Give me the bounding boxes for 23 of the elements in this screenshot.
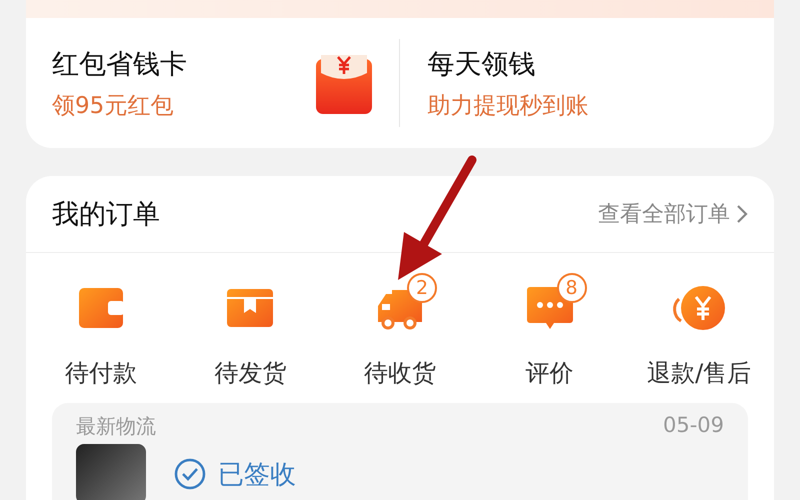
wallet-icon: [78, 287, 124, 329]
order-status-item[interactable]: 待发货: [176, 273, 326, 389]
promo-title[interactable]: 红包省钱卡: [52, 46, 314, 82]
view-all-link[interactable]: 查看全部订单: [598, 199, 748, 229]
check-circle-icon: [174, 458, 206, 490]
chevron-right-icon: [736, 204, 748, 224]
count-badge: 2: [406, 273, 437, 303]
promo-subtitle: 领95元红包: [52, 92, 174, 120]
count-badge: 8: [556, 273, 587, 303]
logistics-title: 最新物流: [76, 413, 156, 440]
logistics-panel[interactable]: 最新物流 05-09 已签收: [52, 403, 748, 500]
delivery-status: 已签收: [174, 456, 296, 492]
order-status-item[interactable]: 8 评价: [474, 273, 624, 389]
coin-icon: [671, 285, 728, 331]
order-status-item[interactable]: 待付款: [26, 273, 176, 389]
promo-subtitle: 助力提现秒到账: [428, 92, 590, 120]
box-icon: [226, 288, 274, 328]
photo-placeholder: [76, 444, 146, 500]
order-status-item[interactable]: 退款/售后: [624, 273, 774, 389]
order-status-item[interactable]: 2 待收货: [325, 273, 475, 389]
section-title: 我的订单: [52, 198, 160, 232]
promo-title[interactable]: 每天领钱: [428, 46, 748, 82]
logistics-date: 05-09: [662, 413, 724, 439]
